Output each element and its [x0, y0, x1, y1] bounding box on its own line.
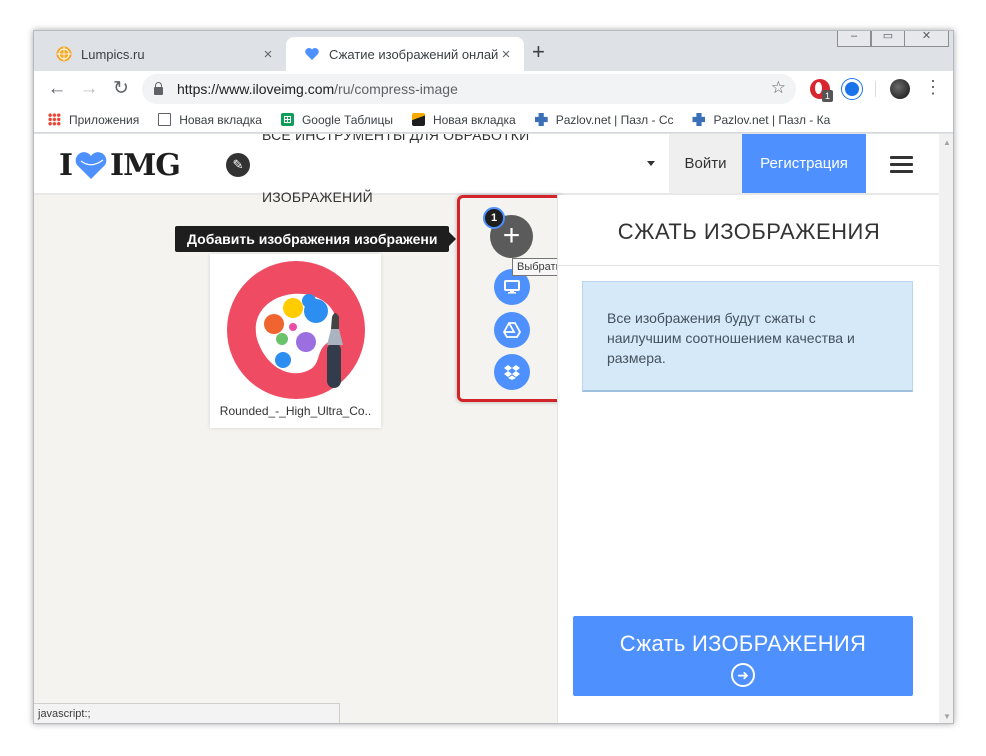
register-button[interactable]: Регистрация [742, 134, 866, 193]
lumpics-favicon-icon [56, 46, 72, 62]
reload-button[interactable]: ↻ [110, 78, 132, 100]
profile-avatar[interactable] [890, 79, 910, 99]
status-bar: javascript:; [34, 703, 340, 723]
scroll-up-icon[interactable]: ▲ [943, 138, 951, 147]
sheets-icon [280, 113, 294, 126]
bookmarks-bar: Приложения Новая вкладка Google Таблицы … [34, 107, 953, 133]
bookmark-star-icon[interactable]: ☆ [771, 78, 786, 98]
google-drive-icon [503, 322, 521, 338]
bookmark-apps[interactable]: Приложения [48, 113, 139, 127]
tab-title: Lumpics.ru [81, 46, 145, 62]
bookmark-pazlov-1[interactable]: Pazlov.net | Пазл - Сс [534, 113, 673, 127]
close-window-button[interactable]: ✕ [905, 31, 949, 47]
forward-button[interactable]: → [78, 78, 100, 100]
heart-favicon-icon [305, 48, 319, 60]
address-bar[interactable]: https://www.iloveimg.com/ru/compress-ima… [142, 74, 796, 104]
add-images-tooltip: Добавить изображения изображени [175, 226, 457, 252]
puzzle-icon [692, 113, 706, 126]
minimize-button[interactable]: – [837, 31, 871, 47]
tab-strip: Lumpics.ru × Сжатие изображений онлайн Н… [34, 31, 953, 71]
heart-logo-icon [75, 151, 107, 179]
back-button[interactable]: ← [46, 78, 68, 100]
window-controls: – ▭ ✕ [837, 31, 949, 47]
upload-workspace: ИЗОБРАЖЕНИЙ Rounded_-_High_Ultra_Co.. До… [34, 189, 637, 723]
tab-close-icon[interactable]: × [498, 46, 514, 63]
login-button[interactable]: Войти [669, 134, 742, 193]
chevron-down-icon[interactable] [647, 161, 655, 166]
apps-icon [48, 113, 61, 126]
upload-from-dropbox-button[interactable] [494, 354, 530, 390]
image-icon [411, 113, 425, 126]
sidebar-title: СЖАТЬ ИЗОБРАЖЕНИЯ [617, 219, 881, 244]
tab-close-icon[interactable]: × [260, 46, 276, 63]
file-card[interactable]: Rounded_-_High_Ultra_Co.. [210, 254, 381, 428]
lock-icon [154, 82, 163, 95]
upload-from-google-drive-button[interactable] [494, 312, 530, 348]
url-text: https://www.iloveimg.com/ru/compress-ima… [177, 81, 458, 97]
tab-title: Сжатие изображений онлайн Н [329, 46, 498, 62]
maximize-button[interactable]: ▭ [871, 31, 905, 47]
sidebar-divider [558, 265, 939, 266]
compress-sidebar: СЖАТЬ ИЗОБРАЖЕНИЯ Все изображения будут … [557, 195, 939, 723]
compress-images-button[interactable]: Сжать ИЗОБРАЖЕНИЯ ➜ [573, 616, 913, 696]
vpn-extension-icon[interactable] [842, 79, 862, 99]
toolbar-separator [875, 81, 876, 97]
page-icon [158, 113, 172, 126]
tab-lumpics[interactable]: Lumpics.ru × [38, 37, 286, 71]
bookmark-pazlov-2[interactable]: Pazlov.net | Пазл - Ка [692, 113, 830, 127]
compress-button-label: Сжать ИЗОБРАЖЕНИЯ [619, 631, 867, 656]
scroll-down-icon[interactable]: ▼ [943, 712, 951, 721]
puzzle-icon [534, 113, 548, 126]
extension-badge: 1 [822, 90, 834, 102]
nav-all-tools-line2[interactable]: ИЗОБРАЖЕНИЙ [262, 189, 373, 205]
nav-all-tools[interactable]: ВСЕ ИНСТРУМЕНТЫ ДЛЯ ОБРАБОТКИ [262, 134, 529, 142]
bookmark-new-tab[interactable]: Новая вкладка [158, 113, 262, 127]
dropbox-icon [504, 365, 520, 380]
new-tab-button[interactable]: + [532, 39, 545, 65]
hamburger-menu-icon[interactable] [890, 156, 913, 177]
site-header: I IMG ✎ ВСЕ ИНСТРУМЕНТЫ ДЛЯ ОБРАБОТКИ Во… [34, 134, 939, 195]
tab-iloveimg[interactable]: Сжатие изображений онлайн Н × [286, 37, 524, 71]
arrow-right-circle-icon: ➜ [731, 663, 755, 687]
wrench-icon[interactable]: ✎ [226, 153, 250, 177]
info-box: Все изображения будут сжаты с наилучшим … [582, 281, 913, 392]
bookmark-new-tab-2[interactable]: Новая вкладка [411, 113, 516, 127]
palette-icon [227, 261, 365, 399]
file-name: Rounded_-_High_Ultra_Co.. [219, 404, 372, 418]
page-viewport: I IMG ✎ ВСЕ ИНСТРУМЕНТЫ ДЛЯ ОБРАБОТКИ Во… [34, 134, 939, 723]
page-scrollbar[interactable]: ▲ ▼ [939, 134, 953, 723]
browser-menu-icon[interactable]: ⋮ [924, 77, 942, 98]
browser-window: Lumpics.ru × Сжатие изображений онлайн Н… [33, 30, 954, 724]
file-counter-badge: 1 [483, 207, 505, 229]
browser-toolbar: ← → ↻ https://www.iloveimg.com/ru/compre… [34, 71, 953, 107]
iloveimg-logo[interactable]: I IMG [59, 148, 181, 183]
bookmark-google-sheets[interactable]: Google Таблицы [280, 113, 393, 127]
computer-icon [504, 280, 520, 294]
